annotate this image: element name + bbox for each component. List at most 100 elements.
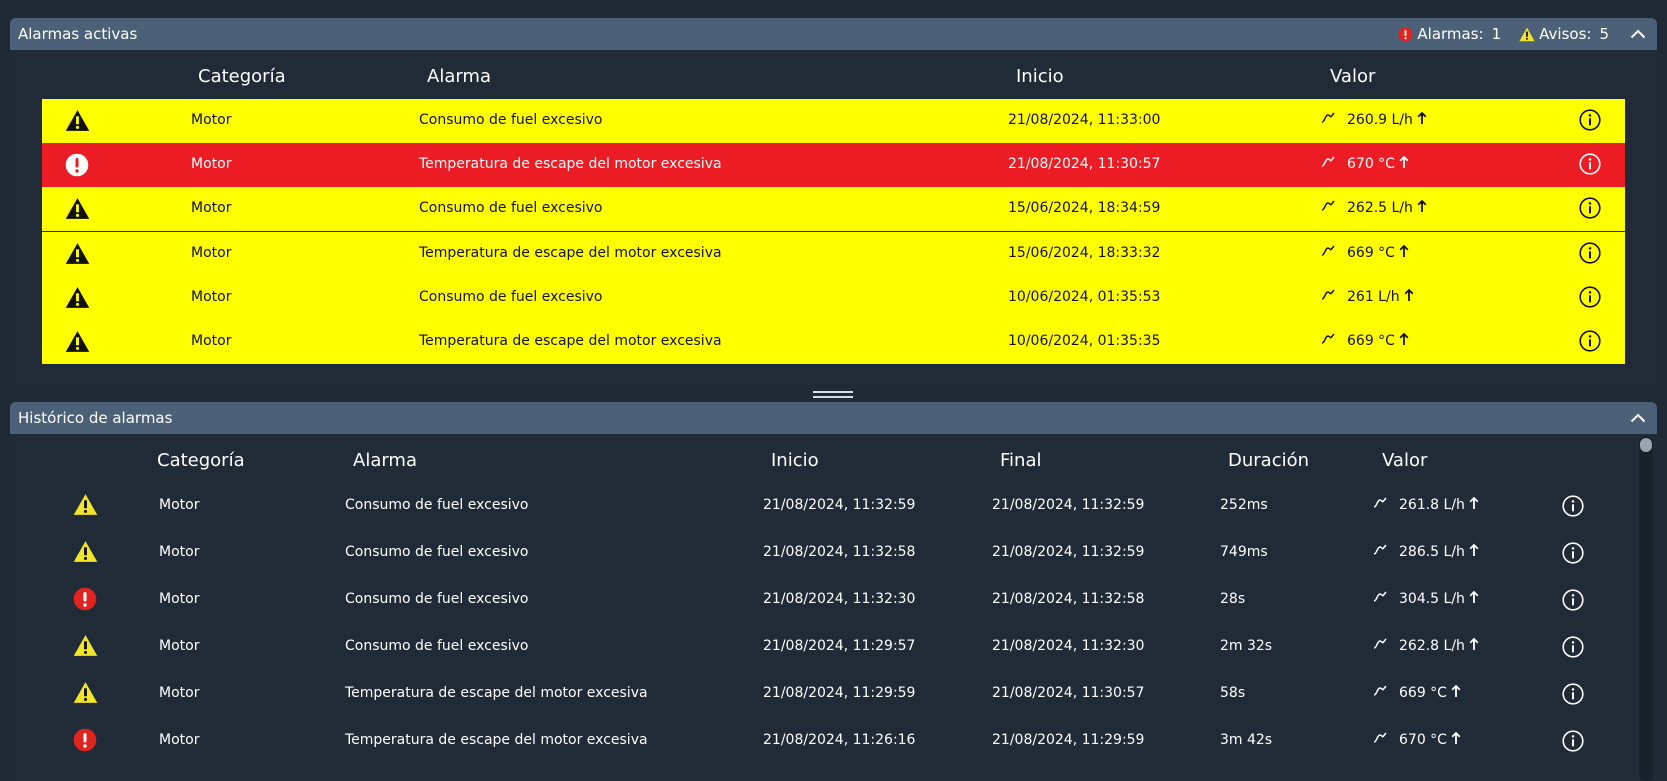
column-header-duration[interactable]: Duración — [1228, 450, 1309, 471]
alarm-name-cell: Consumo de fuel excesivo — [419, 200, 603, 217]
start-cell: 21/08/2024, 11:26:16 — [763, 732, 916, 748]
history-scrollbar-thumb[interactable] — [1640, 438, 1652, 452]
collapse-history-button[interactable] — [1627, 407, 1649, 429]
info-icon[interactable] — [1562, 683, 1584, 709]
value-cell: 286.5 L/h — [1373, 543, 1479, 561]
active-alarm-row[interactable]: Motor Consumo de fuel excesivo 15/06/2024,… — [42, 187, 1625, 232]
duration-cell: 58s — [1220, 685, 1246, 701]
alarm-history-panel: Histórico de alarmas Categoría Alarma In… — [10, 402, 1657, 781]
value-cell: 261.8 L/h — [1373, 496, 1479, 514]
history-scrollbar[interactable] — [1639, 436, 1653, 781]
active-alarm-row[interactable]: Motor Temperatura de escape del motor exc… — [42, 143, 1625, 188]
column-header-alarm[interactable]: Alarma — [353, 450, 417, 471]
alarm-name-cell: Temperatura de escape del motor excesiva — [419, 244, 722, 261]
value-text: 261.8 L/h — [1399, 497, 1465, 513]
alarm-name-cell: Temperatura de escape del motor excesiva — [345, 685, 648, 701]
trend-icon — [1321, 333, 1335, 349]
category-cell: Motor — [159, 544, 200, 560]
alarm-name-cell: Consumo de fuel excesivo — [419, 288, 603, 305]
arrow-up-icon — [1451, 684, 1461, 702]
active-alarms-panel: Alarmas activas Alarmas: 1 Avisos: 5 Cat… — [10, 18, 1657, 384]
start-cell: 10/06/2024, 01:35:35 — [1008, 333, 1161, 349]
arrow-up-icon — [1417, 199, 1427, 217]
value-cell: 304.5 L/h — [1373, 590, 1479, 608]
alarm-name-cell: Consumo de fuel excesivo — [345, 591, 529, 607]
info-icon[interactable] — [1562, 730, 1584, 756]
start-cell: 21/08/2024, 11:30:57 — [1008, 156, 1161, 173]
column-header-value[interactable]: Valor — [1382, 450, 1427, 471]
warnings-counter-label: Avisos: — [1539, 25, 1592, 43]
trend-icon — [1373, 732, 1387, 748]
info-icon[interactable] — [1579, 109, 1601, 135]
column-header-category[interactable]: Categoría — [198, 66, 286, 87]
alarm-name-cell: Temperatura de escape del motor excesiva — [419, 156, 722, 173]
history-alarm-row[interactable]: Motor Consumo de fuel excesivo 21/08/2024,… — [42, 576, 1602, 623]
info-icon[interactable] — [1562, 542, 1584, 568]
info-icon[interactable] — [1579, 241, 1601, 268]
warning-triangle-icon — [73, 493, 98, 520]
active-alarm-row[interactable]: Motor Temperatura de escape del motor exc… — [42, 231, 1625, 276]
category-cell: Motor — [159, 732, 200, 748]
info-icon[interactable] — [1579, 286, 1601, 312]
value-text: 670 °C — [1347, 156, 1395, 173]
trend-icon — [1321, 200, 1335, 216]
info-icon[interactable] — [1562, 636, 1584, 662]
value-cell: 670 °C — [1321, 155, 1409, 173]
column-header-start[interactable]: Inicio — [771, 450, 819, 471]
trend-icon — [1321, 156, 1335, 172]
active-alarm-row[interactable]: Motor Consumo de fuel excesivo 10/06/2024,… — [42, 275, 1625, 320]
active-alarm-row[interactable]: Motor Consumo de fuel excesivo 21/08/2024,… — [42, 99, 1625, 143]
alarms-counter: Alarmas: 1 — [1398, 25, 1501, 43]
history-alarm-row[interactable]: Motor Temperatura de escape del motor exc… — [42, 670, 1602, 717]
value-text: 669 °C — [1399, 685, 1447, 701]
column-header-start[interactable]: Inicio — [1016, 66, 1064, 87]
info-icon[interactable] — [1579, 197, 1601, 223]
duration-cell: 28s — [1220, 591, 1246, 607]
warning-triangle-icon — [65, 330, 90, 357]
info-icon[interactable] — [1562, 589, 1584, 615]
arrow-up-icon — [1469, 496, 1479, 514]
start-cell: 15/06/2024, 18:34:59 — [1008, 200, 1161, 217]
arrow-up-icon — [1399, 332, 1409, 350]
history-alarm-row[interactable]: Motor Consumo de fuel excesivo 21/08/2024,… — [42, 482, 1602, 529]
column-header-category[interactable]: Categoría — [157, 450, 245, 471]
arrow-up-icon — [1469, 590, 1479, 608]
alarm-history-header: Histórico de alarmas — [10, 402, 1657, 434]
column-header-value[interactable]: Valor — [1330, 66, 1375, 87]
category-cell: Motor — [159, 638, 200, 654]
alarm-exclamation-icon — [1398, 26, 1413, 42]
trend-icon — [1373, 544, 1387, 560]
history-alarm-row[interactable]: Motor Temperatura de escape del motor exc… — [42, 717, 1602, 764]
start-cell: 21/08/2024, 11:29:57 — [763, 638, 916, 654]
duration-cell: 3m 42s — [1220, 732, 1273, 748]
warning-triangle-icon — [65, 242, 90, 269]
warning-triangle-icon — [65, 286, 90, 313]
value-text: 669 °C — [1347, 333, 1395, 349]
alarm-name-cell: Temperatura de escape del motor excesiva — [345, 732, 648, 748]
start-cell: 21/08/2024, 11:32:58 — [763, 544, 916, 560]
alarm-name-cell: Consumo de fuel excesivo — [345, 497, 529, 513]
value-cell: 262.8 L/h — [1373, 637, 1479, 655]
category-cell: Motor — [191, 244, 232, 261]
panel-resize-handle[interactable] — [813, 391, 853, 398]
warning-triangle-icon — [1519, 27, 1535, 41]
history-alarm-row[interactable]: Motor Consumo de fuel excesivo 21/08/2024,… — [42, 623, 1602, 670]
history-alarm-row[interactable]: Motor Consumo de fuel excesivo 21/08/2024,… — [42, 529, 1602, 576]
active-alarm-row[interactable]: Motor Temperatura de escape del motor exc… — [42, 320, 1625, 364]
info-icon[interactable] — [1579, 153, 1601, 179]
value-text: 262.8 L/h — [1399, 638, 1465, 654]
value-text: 304.5 L/h — [1399, 591, 1465, 607]
column-header-end[interactable]: Final — [1000, 450, 1041, 471]
start-cell: 21/08/2024, 11:32:59 — [763, 497, 916, 513]
info-icon[interactable] — [1579, 330, 1601, 356]
start-cell: 21/08/2024, 11:33:00 — [1008, 112, 1161, 128]
column-header-alarm[interactable]: Alarma — [427, 66, 491, 87]
end-cell: 21/08/2024, 11:32:30 — [992, 638, 1145, 654]
collapse-active-button[interactable] — [1627, 23, 1649, 45]
end-cell: 21/08/2024, 11:32:59 — [992, 544, 1145, 560]
info-icon[interactable] — [1562, 495, 1584, 521]
value-cell: 669 °C — [1321, 332, 1409, 350]
trend-icon — [1373, 685, 1387, 701]
arrow-up-icon — [1399, 244, 1409, 262]
arrow-up-icon — [1404, 288, 1414, 306]
